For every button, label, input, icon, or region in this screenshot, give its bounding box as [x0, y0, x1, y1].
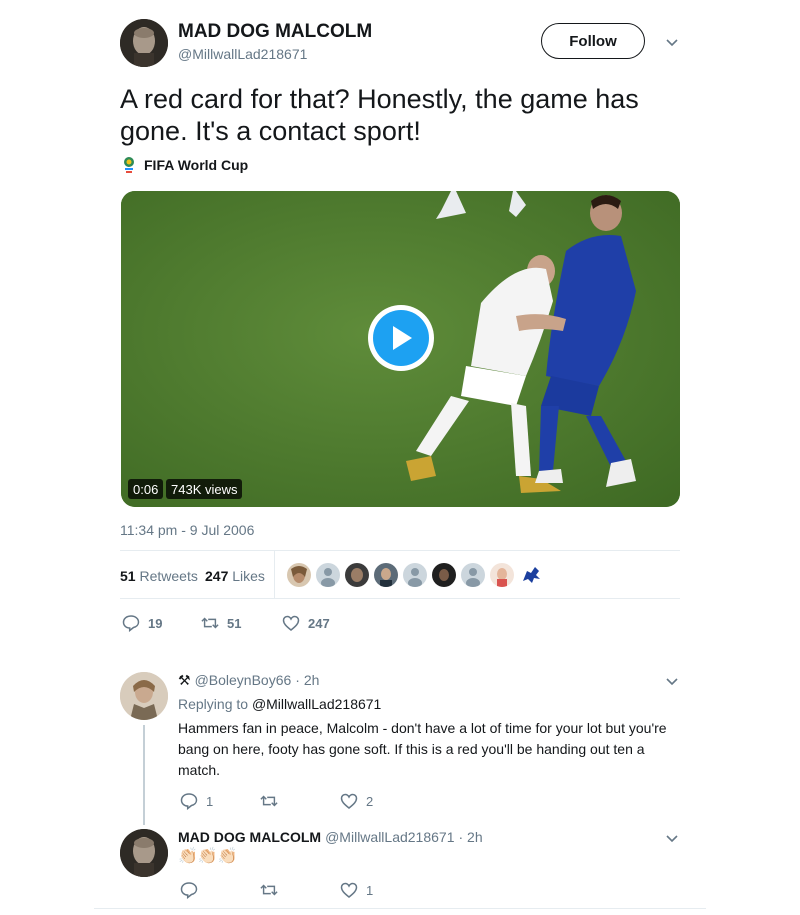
reply-avatar[interactable]: [120, 672, 168, 720]
liker-avatar[interactable]: [490, 563, 514, 587]
reply-text: Hammers fan in peace, Malcolm - don't ha…: [178, 720, 667, 778]
reply-author-line: MAD DOG MALCOLM @MillwallLad218671 · 2h: [178, 829, 483, 845]
reply-author-line: ⚒ @BoleynBoy66 · 2h: [178, 672, 319, 689]
reply-count: 1: [206, 793, 214, 809]
chevron-down-icon[interactable]: [665, 35, 679, 54]
video-player[interactable]: [121, 191, 680, 507]
author-avatar[interactable]: [120, 19, 168, 67]
stats-vertical-divider: [274, 551, 275, 598]
default-avatar-icon[interactable]: [461, 563, 485, 587]
chevron-down-icon[interactable]: [665, 831, 679, 850]
author-name[interactable]: MAD DOG MALCOLM: [178, 21, 372, 43]
reply-handle[interactable]: @BoleynBoy66: [195, 672, 292, 689]
heart-icon: [282, 615, 300, 631]
clapping-emoji-text: 👏🏻👏🏻👏🏻: [178, 848, 238, 865]
like-count: 247: [308, 615, 330, 631]
reply-icon: [180, 882, 198, 899]
liker-avatar[interactable]: [374, 563, 398, 587]
reply-author-name[interactable]: MAD DOG MALCOLM: [178, 829, 321, 845]
replying-to-line: Replying to @MillwallLad218671: [178, 696, 381, 712]
video-views: 743K views: [166, 479, 243, 499]
retweet-button[interactable]: [260, 881, 286, 899]
likes-count: 247: [205, 568, 229, 584]
reply-button[interactable]: 19: [122, 614, 162, 632]
default-avatar-icon[interactable]: [316, 563, 340, 587]
default-avatar-icon[interactable]: [403, 563, 427, 587]
replying-prefix: Replying to: [178, 696, 249, 712]
world-cup-logo-icon: [120, 155, 138, 175]
like-button[interactable]: 247: [282, 614, 330, 632]
likes-label: Likes: [232, 568, 265, 584]
reply-time[interactable]: · 2h: [295, 672, 319, 689]
retweet-count: 51: [227, 615, 242, 631]
topic-label[interactable]: FIFA World Cup: [144, 157, 248, 173]
reply-icon: [180, 793, 198, 810]
author-handle[interactable]: @MillwallLad218671: [178, 46, 307, 62]
liker-avatar[interactable]: [345, 563, 369, 587]
likes-stat[interactable]: 247 Likes: [205, 568, 265, 584]
liker-avatar[interactable]: [287, 563, 311, 587]
follow-button[interactable]: Follow: [541, 23, 645, 59]
reply-count: 19: [148, 615, 163, 631]
like-count: 1: [366, 882, 374, 898]
video-duration: 0:06: [128, 479, 164, 499]
like-button[interactable]: 2: [340, 792, 373, 810]
retweet-button[interactable]: [260, 792, 286, 810]
bottom-divider: [94, 908, 706, 909]
heart-icon: [340, 882, 358, 898]
stats-divider-bottom: [120, 598, 680, 599]
thread-connector: [143, 725, 145, 825]
hammers-badge-icon: ⚒: [178, 672, 191, 688]
retweet-icon: [260, 795, 278, 807]
reply-time[interactable]: · 2h: [459, 829, 483, 845]
millwall-lion-icon[interactable]: [519, 563, 543, 587]
like-count: 2: [366, 793, 374, 809]
retweets-stat[interactable]: 51 Retweets: [120, 568, 198, 584]
retweet-icon: [260, 884, 278, 896]
heart-icon: [340, 793, 358, 809]
reply-icon: [122, 615, 140, 632]
reply-handle[interactable]: @MillwallLad218671: [325, 829, 454, 845]
replying-to-handle[interactable]: @MillwallLad218671: [252, 696, 381, 712]
like-button[interactable]: 1: [340, 881, 373, 899]
reply-avatar[interactable]: [120, 829, 168, 877]
chevron-down-icon[interactable]: [665, 674, 679, 693]
reply-button[interactable]: [180, 881, 206, 899]
retweets-count: 51: [120, 568, 136, 584]
tweet-text: A red card for that? Honestly, the game …: [120, 84, 639, 146]
tweet-timestamp[interactable]: 11:34 pm - 9 Jul 2006: [120, 522, 254, 538]
play-button-icon[interactable]: [368, 305, 434, 371]
stats-divider-top: [120, 550, 680, 551]
retweet-button[interactable]: 51: [201, 614, 241, 632]
liker-avatar[interactable]: [432, 563, 456, 587]
reply-button[interactable]: 1: [180, 792, 213, 810]
retweets-label: Retweets: [139, 568, 198, 584]
retweet-icon: [201, 617, 219, 629]
